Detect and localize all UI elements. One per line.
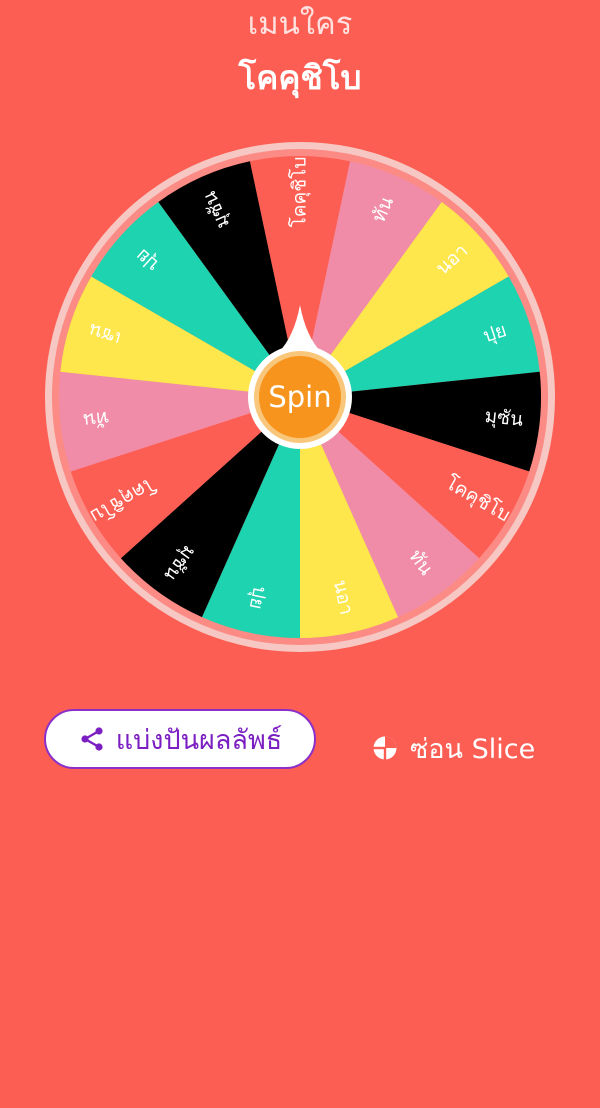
wheel-slice-label: โคคุชิโบ (288, 157, 312, 228)
pie-chart-icon (372, 735, 398, 761)
wheel-graphic[interactable]: โคคุชิโบ ทันนอาปุยมุซันโคคุชิโบทันนอาปุยม… (43, 140, 557, 654)
spin-result: โคคุชิโบ (238, 58, 362, 97)
app-screen: เมนใคร โคคุชิโบ โคคุชิโบ ทัน นอา ปุย มุซัน โค… (0, 0, 600, 1108)
hide-slice-button[interactable]: ซ่อน Slice (372, 724, 535, 772)
share-icon (78, 725, 106, 753)
spin-button-label[interactable]: Spin (268, 380, 331, 414)
spin-wheel[interactable]: โคคุชิโบ ทัน นอา ปุย มุซัน โคคุชิโบ ทัน นอา ปุยม… (43, 140, 557, 654)
question-title: เมนใคร (247, 6, 353, 42)
wheel-slice-label: ทัน (82, 407, 110, 432)
share-result-button[interactable]: แบ่งปันผลลัพธ์ (44, 709, 316, 769)
share-result-label: แบ่งปันผลลัพธ์ (115, 724, 283, 756)
hide-slice-label: ซ่อน Slice (410, 733, 536, 765)
